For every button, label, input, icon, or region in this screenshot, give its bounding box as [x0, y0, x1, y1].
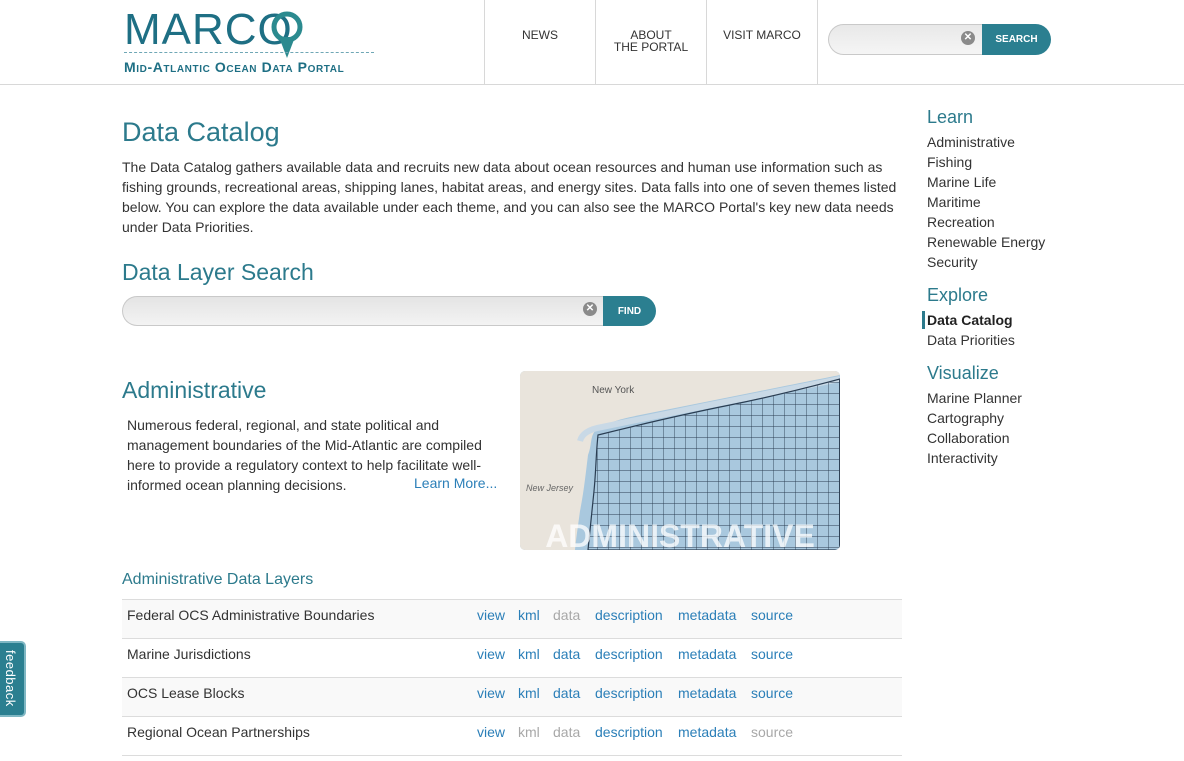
map-pin-icon: [271, 11, 303, 58]
sidebar-item-marine-life[interactable]: Marine Life: [927, 174, 996, 190]
logo-subtitle: Mid-Atlantic Ocean Data Portal: [124, 59, 345, 75]
source-link[interactable]: source: [751, 685, 793, 701]
view-link[interactable]: view: [477, 724, 505, 740]
nav-visit-marco[interactable]: Visit MARCO: [706, 0, 818, 84]
learn-more-link[interactable]: Learn More...: [414, 475, 497, 491]
sidebar-heading-explore: Explore: [927, 285, 989, 305]
metadata-link[interactable]: metadata: [678, 685, 736, 701]
data-link: data: [553, 607, 581, 623]
view-link[interactable]: view: [477, 646, 505, 662]
sidebar-item-data-catalog[interactable]: Data Catalog: [927, 312, 1013, 328]
layer-search-title: Data Layer Search: [122, 259, 314, 285]
map-label-new-york: New York: [592, 385, 635, 396]
source-link: source: [751, 724, 794, 740]
header-search-button[interactable]: Search: [982, 24, 1051, 55]
site-header: MARCO Mid-Atlantic Ocean Data Portal New…: [0, 0, 1184, 85]
find-button[interactable]: Find: [603, 296, 656, 326]
description-link[interactable]: description: [595, 685, 663, 701]
nav-news-label: News: [522, 28, 558, 42]
sidebar-item-fishing[interactable]: Fishing: [927, 154, 972, 170]
table-row: Marine Jurisdictions view kml data descripti…: [122, 639, 902, 678]
layer-search: ✕ Find: [122, 296, 656, 326]
feedback-label: feedback: [3, 650, 18, 707]
sidebar-item-maritime[interactable]: Maritime: [927, 194, 981, 210]
description-link[interactable]: description: [595, 646, 663, 662]
sidebar-item-interactivity[interactable]: Interactivity: [927, 450, 998, 466]
map-caption: ADMINISTRATIVE: [545, 518, 815, 550]
intro-text: The Data Catalog gathers available data …: [122, 159, 897, 235]
clear-icon[interactable]: ✕: [961, 31, 975, 45]
sidebar-item-recreation[interactable]: Recreation: [927, 214, 995, 230]
layer-name: Marine Jurisdictions: [127, 646, 251, 662]
metadata-link[interactable]: metadata: [678, 607, 736, 623]
view-link[interactable]: view: [477, 685, 505, 701]
source-link[interactable]: source: [751, 607, 793, 623]
sidebar-item-renewable-energy[interactable]: Renewable Energy: [927, 234, 1045, 250]
sidebar-item-collaboration[interactable]: Collaboration: [927, 430, 1010, 446]
sidebar-item-administrative[interactable]: Administrative: [927, 134, 1015, 150]
layers-title: Administrative Data Layers: [122, 571, 314, 588]
layer-name: OCS Lease Blocks: [127, 685, 245, 701]
layer-name: Federal OCS Administrative Boundaries: [127, 607, 375, 623]
map-label-new-jersey: New Jersey: [526, 483, 574, 493]
nav-visit-marco-label: Visit MARCO: [723, 28, 801, 42]
theme-title: Administrative: [122, 377, 267, 403]
kml-link[interactable]: kml: [518, 607, 540, 623]
header-search: ✕ Search: [828, 24, 1051, 55]
table-row: OCS Lease Blocks view kml data description me…: [122, 678, 902, 717]
nav-about-label-line2: the Portal: [613, 40, 689, 54]
marco-logo[interactable]: MARCO Mid-Atlantic Ocean Data Portal: [124, 6, 376, 80]
theme-map-image[interactable]: New York New Jersey ADMINISTRATIVE: [520, 371, 840, 550]
source-link[interactable]: source: [751, 646, 793, 662]
metadata-link[interactable]: metadata: [678, 724, 736, 740]
clear-icon[interactable]: ✕: [583, 302, 597, 316]
kml-link[interactable]: kml: [518, 646, 540, 662]
sidebar-heading-learn: Learn: [927, 107, 974, 127]
nav-about-the-portal[interactable]: About the Portal: [595, 0, 706, 84]
kml-link[interactable]: kml: [518, 685, 540, 701]
logo-wordmark: MARCO: [124, 5, 293, 54]
layer-search-input[interactable]: [122, 296, 606, 326]
sidebar-item-cartography[interactable]: Cartography: [927, 410, 1004, 426]
page-title: Data Catalog: [122, 117, 280, 147]
layer-name: Regional Ocean Partnerships: [127, 724, 310, 740]
table-row: Regional Ocean Partnerships view kml data de…: [122, 717, 902, 756]
data-link[interactable]: data: [553, 685, 580, 701]
table-row: Federal OCS Administrative Boundaries vie…: [122, 600, 902, 639]
feedback-tab[interactable]: feedback: [0, 641, 26, 717]
kml-link: kml: [518, 724, 540, 740]
logo-divider: [124, 52, 374, 53]
data-link: data: [553, 724, 581, 740]
description-link[interactable]: description: [595, 607, 663, 623]
sidebar-item-data-priorities[interactable]: Data Priorities: [927, 332, 1015, 348]
metadata-link[interactable]: metadata: [678, 646, 736, 662]
sidebar-heading-visualize: Visualize: [927, 363, 999, 383]
sidebar-item-marine-planner[interactable]: Marine Planner: [927, 390, 1022, 406]
nav-news[interactable]: News: [484, 0, 595, 84]
data-layers-table: Federal OCS Administrative Boundaries vie…: [122, 599, 902, 756]
sidebar-item-security[interactable]: Security: [927, 254, 978, 270]
description-link[interactable]: description: [595, 724, 663, 740]
data-link[interactable]: data: [553, 646, 580, 662]
active-indicator: [922, 311, 925, 329]
view-link[interactable]: view: [477, 607, 505, 623]
